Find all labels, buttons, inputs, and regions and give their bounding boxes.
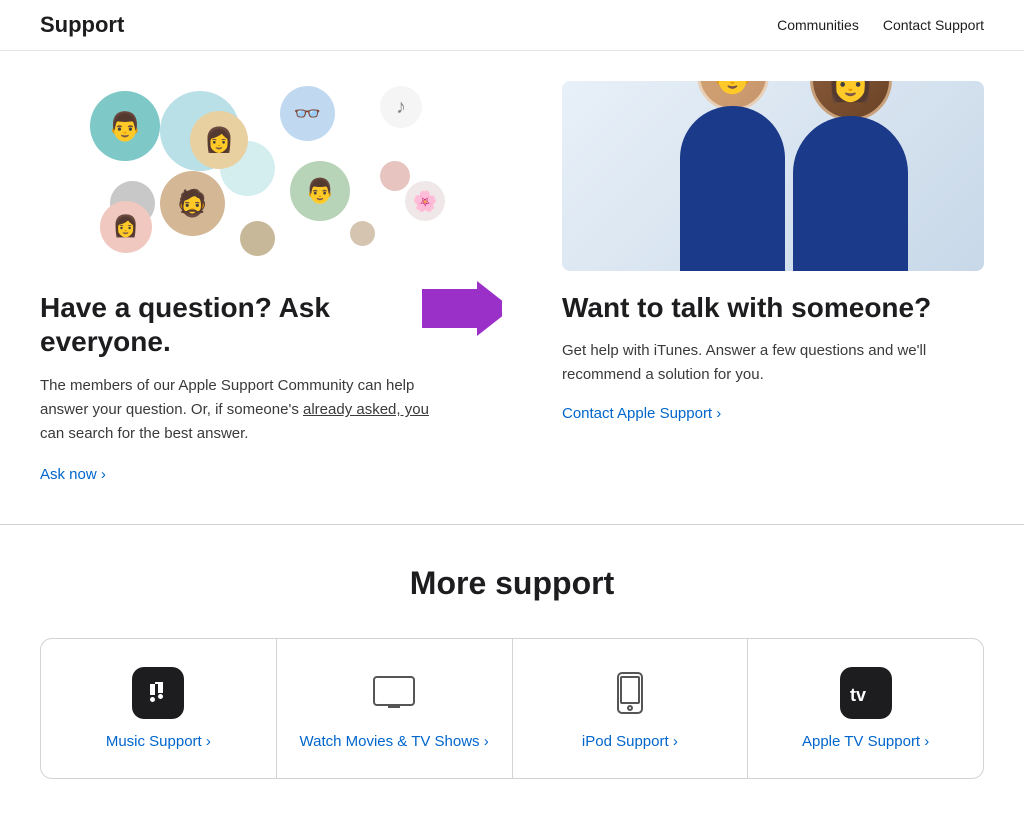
staff-person-left: 👨	[680, 81, 785, 271]
ask-now-link[interactable]: Ask now ›	[40, 466, 106, 483]
support-item-ipod[interactable]: iPod Support ›	[513, 639, 749, 778]
flower-bubble: 🌸	[405, 181, 445, 221]
watch-support-link[interactable]: Watch Movies & TV Shows ›	[300, 733, 489, 750]
site-logo: Support	[40, 12, 124, 38]
support-grid: Music Support › Watch Movies & TV Shows …	[40, 638, 984, 779]
staff-person-right: 👩	[793, 81, 908, 271]
music-icon	[132, 667, 184, 719]
nav-communities[interactable]: Communities	[777, 17, 859, 33]
avatar-1: 👨	[90, 91, 160, 161]
deco-circle-6	[350, 221, 375, 246]
music-note-bubble: ♪	[380, 86, 422, 128]
music-support-link[interactable]: Music Support ›	[106, 733, 211, 750]
tv-icon	[372, 675, 416, 711]
watch-icon	[368, 667, 420, 719]
community-heading: Have a question? Ask everyone.	[40, 291, 462, 358]
staff-head-right: 👩	[810, 81, 892, 121]
support-item-music[interactable]: Music Support ›	[41, 639, 277, 778]
contact-text: Want to talk with someone? Get help with…	[562, 291, 984, 423]
ipod-icon	[604, 667, 656, 719]
music-note-icon	[144, 679, 172, 707]
svg-text:tv: tv	[850, 685, 866, 705]
appletv-support-link[interactable]: Apple TV Support ›	[802, 733, 929, 750]
contact-body: Get help with iTunes. Answer a few quest…	[562, 339, 942, 387]
ipod-support-link[interactable]: iPod Support ›	[582, 733, 678, 750]
staff-body-right	[793, 116, 908, 271]
contact-panel: 👨 👩 Want to talk with someone? Get help …	[502, 51, 1024, 524]
staff-body-left	[680, 106, 785, 271]
community-panel: 👨 👩 👓 🧔 👨 👩 ♪ 🌸 Have a question? Ask eve…	[0, 51, 502, 524]
avatar-3: 👓	[280, 86, 335, 141]
avatar-5: 👨	[290, 161, 350, 221]
contact-heading: Want to talk with someone?	[562, 291, 984, 325]
support-item-watch[interactable]: Watch Movies & TV Shows ›	[277, 639, 513, 778]
nav-contact-support[interactable]: Contact Support	[883, 17, 984, 33]
more-support-section: More support Music Support › Watch Mov	[0, 525, 1024, 819]
arrow-pointer	[422, 281, 502, 341]
main-content: 👨 👩 👓 🧔 👨 👩 ♪ 🌸 Have a question? Ask eve…	[0, 51, 1024, 525]
ipod-device-icon	[616, 671, 644, 715]
community-text: Have a question? Ask everyone. The membe…	[40, 291, 462, 484]
contact-apple-support-link[interactable]: Contact Apple Support ›	[562, 405, 721, 422]
community-bubble-art: 👨 👩 👓 🧔 👨 👩 ♪ 🌸	[40, 81, 420, 271]
avatar-4: 🧔	[160, 171, 225, 236]
staff-image: 👨 👩	[562, 81, 984, 271]
deco-circle-5	[380, 161, 410, 191]
avatar-6: 👩	[100, 201, 152, 253]
header-nav: Communities Contact Support	[777, 17, 984, 33]
support-item-appletv[interactable]: tv Apple TV Support ›	[748, 639, 983, 778]
more-support-heading: More support	[40, 565, 984, 602]
appletv-icon: tv	[840, 667, 892, 719]
deco-circle-4	[240, 221, 275, 256]
site-header: Support Communities Contact Support	[0, 0, 1024, 51]
arrow-right-icon	[422, 281, 502, 336]
community-body: The members of our Apple Support Communi…	[40, 374, 440, 446]
avatar-2: 👩	[190, 111, 248, 169]
